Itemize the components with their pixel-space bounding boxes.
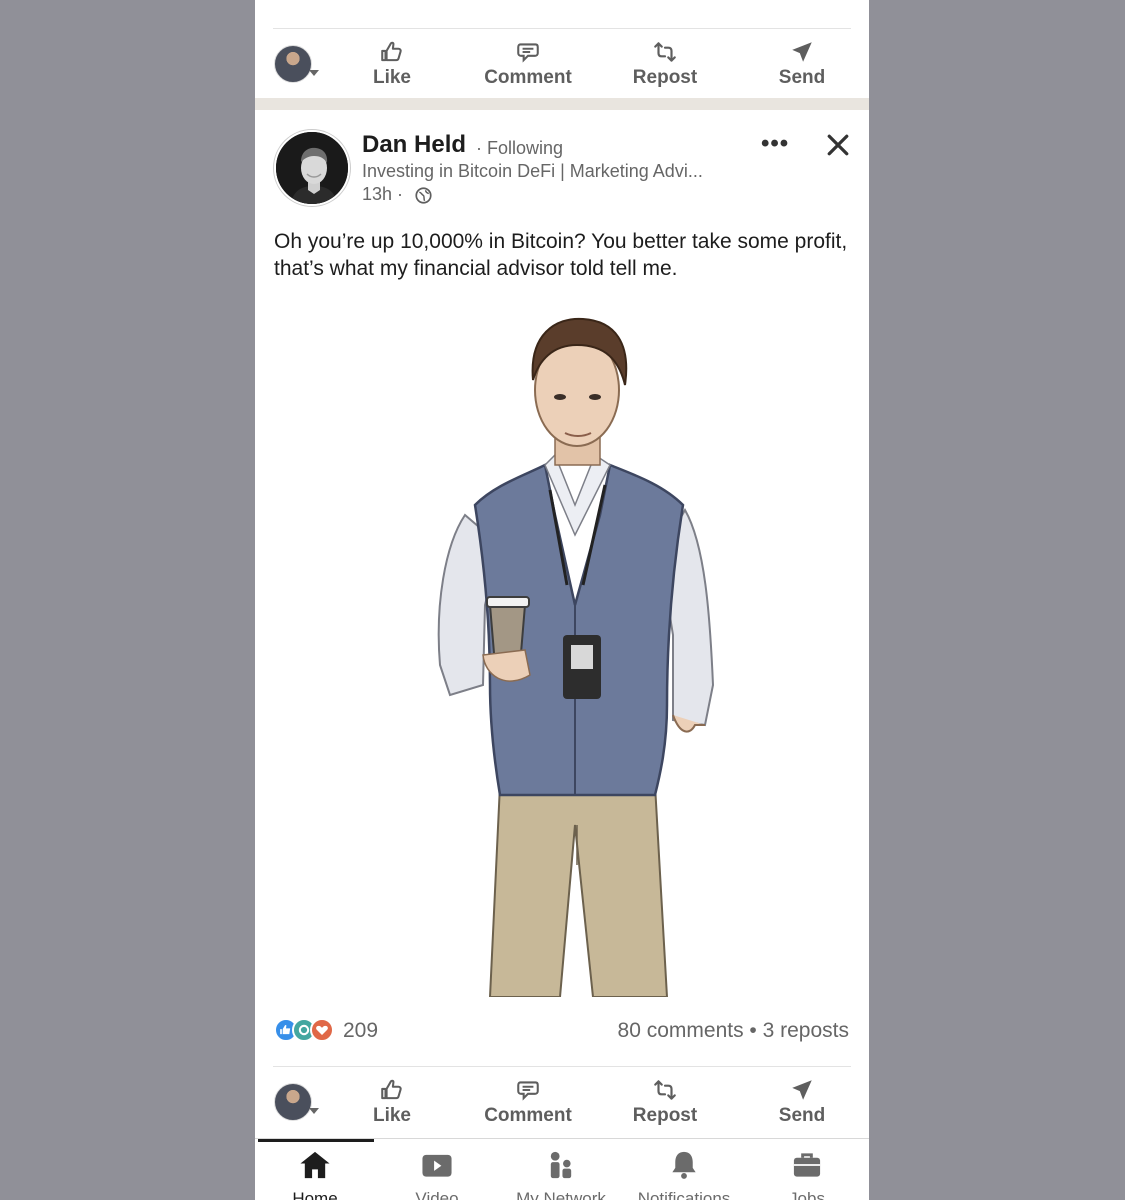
send-button[interactable]: Send <box>742 1077 862 1127</box>
nav-network-label: My Network <box>516 1189 606 1200</box>
actor-avatar-switcher[interactable] <box>274 1083 319 1121</box>
globe-icon <box>415 187 432 204</box>
post-timestamp: 13h · <box>362 184 404 204</box>
video-icon <box>422 1154 452 1177</box>
chevron-down-icon <box>309 1108 319 1114</box>
like-label: Like <box>372 67 412 88</box>
active-tab-indicator <box>258 1139 374 1142</box>
love-reaction-icon <box>310 1018 334 1042</box>
thumbs-up-icon <box>381 1079 402 1100</box>
author-photo <box>276 132 348 204</box>
repost-button[interactable]: Repost <box>605 1077 725 1127</box>
actor-avatar-switcher[interactable] <box>274 45 319 83</box>
divider <box>273 1066 851 1067</box>
comments-reposts-count[interactable]: 80 comments • 3 reposts <box>618 1019 849 1043</box>
bottom-navigation: Home Video My Network Notifications Jobs <box>255 1138 869 1200</box>
reactions-summary[interactable] <box>274 1018 336 1044</box>
nav-video[interactable]: Video <box>377 1149 497 1200</box>
home-icon <box>300 1151 330 1179</box>
illustration-man-with-coffee[interactable] <box>405 305 745 997</box>
send-icon <box>792 42 812 62</box>
nav-notifications-label: Notifications <box>637 1189 731 1200</box>
thumbs-up-icon <box>381 41 402 62</box>
following-status: · Following <box>476 138 564 158</box>
like-label: Like <box>372 1105 412 1126</box>
nav-jobs[interactable]: Jobs <box>747 1149 867 1200</box>
more-icon: ••• <box>761 130 790 157</box>
comment-icon <box>517 43 539 63</box>
author-avatar[interactable] <box>274 130 350 206</box>
nav-notifications[interactable]: Notifications <box>624 1149 744 1200</box>
like-button[interactable]: Like <box>332 39 452 89</box>
nav-home[interactable]: Home <box>255 1149 375 1200</box>
repost-label: Repost <box>632 67 698 88</box>
comment-button[interactable]: Comment <box>468 1077 588 1127</box>
post-separator <box>255 98 869 110</box>
nav-jobs-label: Jobs <box>789 1189 825 1200</box>
divider <box>273 28 851 29</box>
reaction-count[interactable]: 209 <box>343 1019 378 1043</box>
author-name[interactable]: Dan Held <box>362 131 466 159</box>
comment-label: Comment <box>484 1105 572 1126</box>
like-button[interactable]: Like <box>332 1077 452 1127</box>
network-icon <box>550 1151 572 1179</box>
send-button[interactable]: Send <box>742 39 862 89</box>
nav-my-network[interactable]: My Network <box>501 1149 621 1200</box>
author-headline: Investing in Bitcoin DeFi | Marketing Ad… <box>362 161 703 181</box>
nav-video-label: Video <box>415 1189 459 1200</box>
send-label: Send <box>778 1105 826 1126</box>
repost-button[interactable]: Repost <box>605 39 725 89</box>
briefcase-icon <box>793 1153 821 1177</box>
chevron-down-icon <box>309 70 319 76</box>
post-body-text: Oh you’re up 10,000% in Bitcoin? You bet… <box>274 230 848 280</box>
more-options-button[interactable]: ••• <box>761 130 789 158</box>
comment-button[interactable]: Comment <box>468 39 588 89</box>
repost-icon <box>654 42 676 62</box>
feed-screen: Like Comment Repost Send Dan Held · Foll… <box>255 0 869 1200</box>
repost-icon <box>654 1080 676 1100</box>
top-action-bar: Like Comment Repost Send <box>255 28 869 98</box>
nav-home-label: Home <box>292 1189 338 1200</box>
send-icon <box>792 1080 812 1100</box>
repost-label: Repost <box>632 1105 698 1126</box>
send-label: Send <box>778 67 826 88</box>
post-action-bar: Like Comment Repost Send <box>255 1066 869 1136</box>
comment-label: Comment <box>484 67 572 88</box>
comment-icon <box>517 1081 539 1101</box>
bell-icon <box>672 1151 696 1179</box>
close-icon[interactable] <box>823 130 853 160</box>
